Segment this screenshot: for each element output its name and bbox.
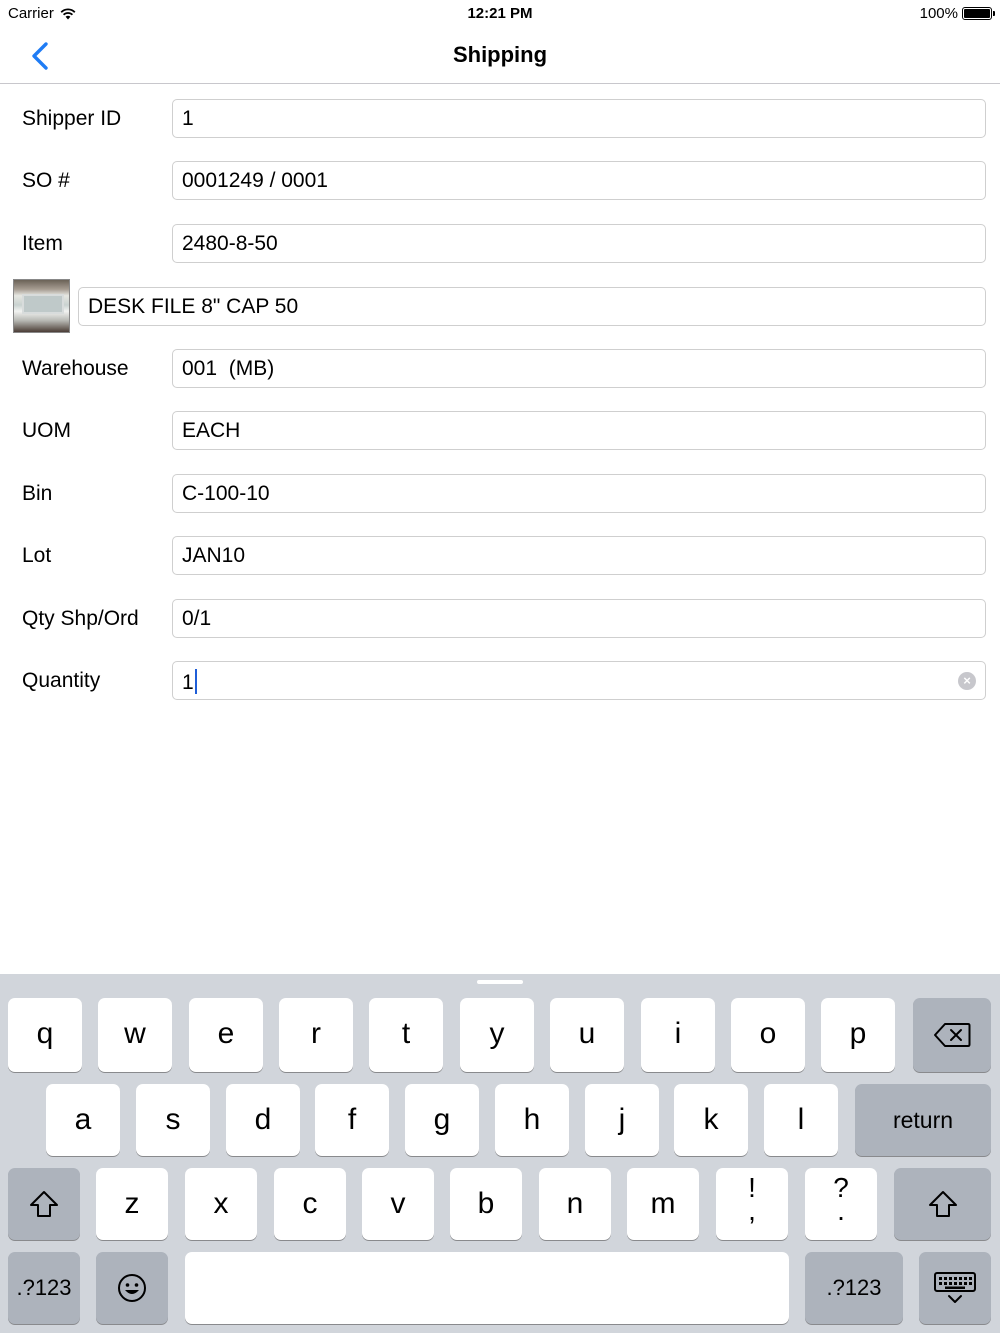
key-v[interactable]: v [362,1168,434,1240]
key-w[interactable]: w [98,998,172,1072]
key-l[interactable]: l [764,1084,838,1156]
uom-row: UOM EACH [0,411,1000,451]
bin-row: Bin C-100-10 [0,474,1000,514]
backspace-key[interactable] [913,998,991,1072]
key-z[interactable]: z [96,1168,168,1240]
key-y[interactable]: y [460,998,534,1072]
numbers-key-left[interactable]: .?123 [8,1252,80,1324]
description-field[interactable]: DESK FILE 8" CAP 50 [78,287,986,326]
key-o[interactable]: o [731,998,805,1072]
quantity-value: 1 [182,671,194,694]
navigation-bar: Shipping [0,28,1000,84]
so-number-label: SO # [22,169,70,192]
dismiss-keyboard-key[interactable] [919,1252,991,1324]
key-a[interactable]: a [46,1084,120,1156]
key-exclaim-comma[interactable]: !, [716,1168,788,1240]
key-c[interactable]: c [274,1168,346,1240]
key-i[interactable]: i [641,998,715,1072]
numbers-key-right[interactable]: .?123 [805,1252,903,1324]
key-e[interactable]: e [189,998,263,1072]
so-number-field[interactable]: 0001249 / 0001 [172,161,986,200]
uom-field[interactable]: EACH [172,411,986,450]
space-bar[interactable] [185,1252,789,1324]
key-m[interactable]: m [627,1168,699,1240]
qty-shp-ord-row: Qty Shp/Ord 0/1 [0,599,1000,639]
emoji-key[interactable] [96,1252,168,1324]
key-b[interactable]: b [450,1168,522,1240]
key-s[interactable]: s [136,1084,210,1156]
key-d[interactable]: d [226,1084,300,1156]
battery-icon [962,7,995,20]
shipper-id-field[interactable]: 1 [172,99,986,138]
key-k[interactable]: k [674,1084,748,1156]
item-row: Item 2480-8-50 [0,224,1000,264]
key-t[interactable]: t [369,998,443,1072]
status-bar: Carrier 12:21 PM 100% [0,0,1000,28]
item-label: Item [22,232,63,255]
page-title: Shipping [452,42,548,67]
clock: 12:21 PM [467,5,533,22]
clear-icon[interactable]: × [958,672,976,690]
battery-status: 100% [919,5,995,22]
uom-label: UOM [22,419,71,442]
quantity-row: Quantity 1 × [0,661,1000,701]
key-r[interactable]: r [279,998,353,1072]
keyboard: q w e r t y u i o p a s d f g h j k l re… [0,974,1000,1333]
shipper-id-row: Shipper ID 1 [0,99,1000,139]
key-p[interactable]: p [821,998,895,1072]
item-field[interactable]: 2480-8-50 [172,224,986,263]
lot-label: Lot [22,544,52,567]
shift-icon [30,1191,58,1217]
return-key[interactable]: return [855,1084,991,1156]
key-n[interactable]: n [539,1168,611,1240]
key-x[interactable]: x [185,1168,257,1240]
battery-percent: 100% [919,5,958,22]
shipper-id-label: Shipper ID [22,107,122,130]
bin-field[interactable]: C-100-10 [172,474,986,513]
key-g[interactable]: g [405,1084,479,1156]
key-f[interactable]: f [315,1084,389,1156]
description-row: DESK FILE 8" CAP 50 [0,279,1000,333]
so-number-row: SO # 0001249 / 0001 [0,161,1000,201]
key-question-period[interactable]: ?. [805,1168,877,1240]
key-h[interactable]: h [495,1084,569,1156]
bin-label: Bin [22,482,53,505]
shift-icon [928,1191,957,1217]
quantity-input[interactable]: 1 × [172,661,986,700]
qty-shp-ord-field[interactable]: 0/1 [172,599,986,638]
lot-field[interactable]: JAN10 [172,536,986,575]
item-thumbnail[interactable] [13,279,70,333]
warehouse-label: Warehouse [22,357,129,380]
key-q[interactable]: q [8,998,82,1072]
shift-key-left[interactable] [8,1168,80,1240]
key-j[interactable]: j [585,1084,659,1156]
key-u[interactable]: u [550,998,624,1072]
quantity-label: Quantity [22,669,101,692]
emoji-icon [118,1274,146,1302]
keyboard-grabber[interactable] [477,980,523,984]
lot-row: Lot JAN10 [0,536,1000,576]
qty-shp-ord-label: Qty Shp/Ord [22,607,139,630]
text-cursor [194,669,197,694]
warehouse-row: Warehouse 001 (MB) [0,349,1000,389]
shift-key-right[interactable] [894,1168,991,1240]
backspace-icon [934,1023,971,1047]
warehouse-field[interactable]: 001 (MB) [172,349,986,388]
dismiss-keyboard-icon [934,1272,976,1303]
